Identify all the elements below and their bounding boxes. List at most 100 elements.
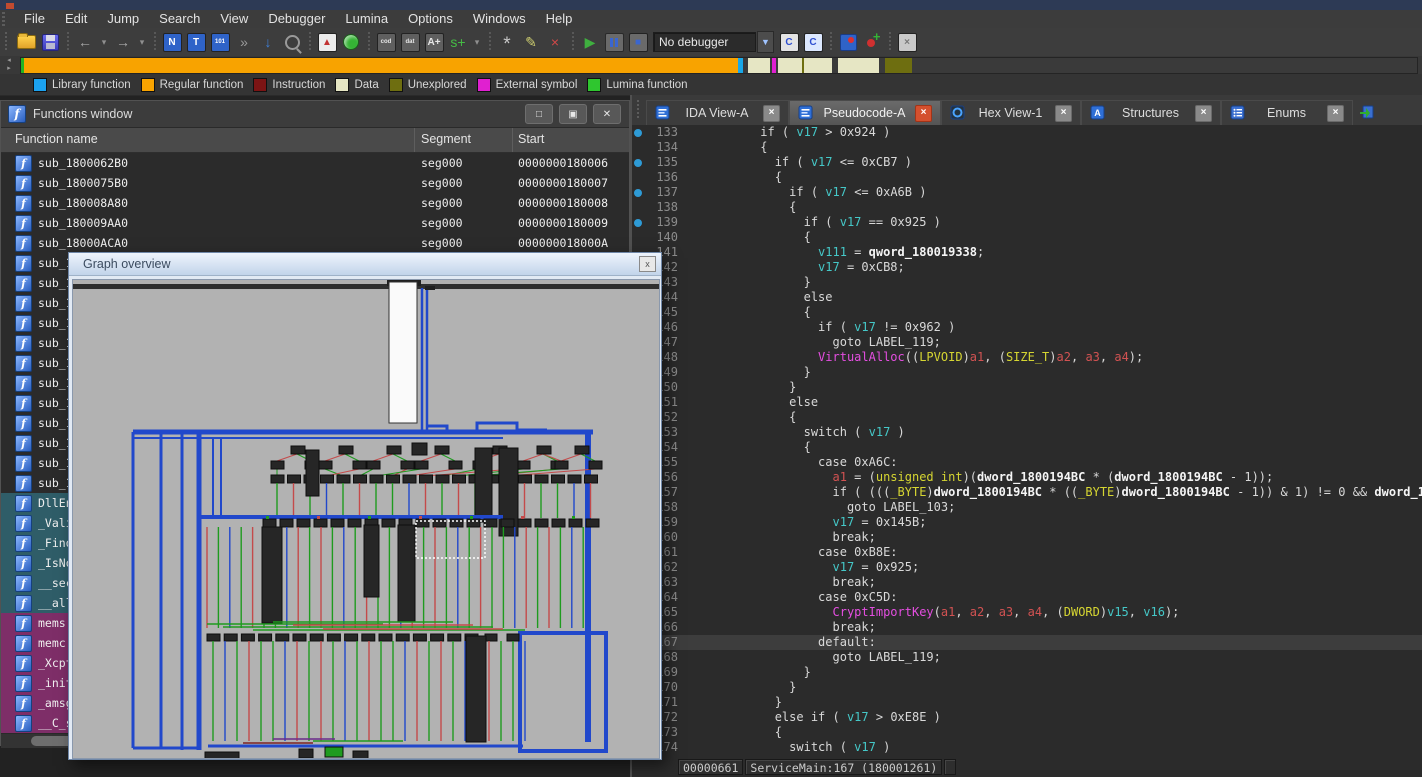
tab-close-icon[interactable]: × xyxy=(1055,105,1072,122)
code-line[interactable]: 159 v17 = 0x145B; xyxy=(632,515,1422,530)
create-struct-icon[interactable]: s+ xyxy=(447,31,469,53)
menu-item-edit[interactable]: Edit xyxy=(55,10,97,28)
code-line[interactable]: 168 goto LABEL_119; xyxy=(632,650,1422,665)
close-button[interactable]: ✕ xyxy=(593,104,621,124)
function-row[interactable]: fsub_1800062B0seg0000000000180006 xyxy=(1,153,629,173)
graph-overview-titlebar[interactable]: Graph overview x xyxy=(69,253,661,276)
code-line[interactable]: 170 } xyxy=(632,680,1422,695)
imports-icon[interactable] xyxy=(1359,104,1375,125)
menu-item-search[interactable]: Search xyxy=(149,10,210,28)
column-function-name[interactable]: Function name xyxy=(15,132,98,146)
code-line[interactable]: 173 { xyxy=(632,725,1422,740)
nav-forward-icon[interactable]: → xyxy=(112,31,134,53)
code-line[interactable]: 143 } xyxy=(632,275,1422,290)
tabbar-drag-handle[interactable] xyxy=(635,100,643,120)
tab-enums[interactable]: Enums× xyxy=(1221,100,1353,125)
float-button[interactable]: ▣ xyxy=(559,104,587,124)
tab-structures[interactable]: AStructures× xyxy=(1081,100,1221,125)
menu-item-view[interactable]: View xyxy=(210,10,258,28)
graph-overview-canvas[interactable] xyxy=(72,279,660,759)
code-line[interactable]: 156 a1 = (unsigned int)(dword_1800194BC … xyxy=(632,470,1422,485)
code-line[interactable]: 139 if ( v17 == 0x925 ) xyxy=(632,215,1422,230)
code-line[interactable]: 169 } xyxy=(632,665,1422,680)
code-line[interactable]: 152 { xyxy=(632,410,1422,425)
tab-close-icon[interactable]: × xyxy=(915,105,932,122)
code-line[interactable]: 136 { xyxy=(632,170,1422,185)
menu-item-file[interactable]: File xyxy=(14,10,55,28)
code-line[interactable]: 166 break; xyxy=(632,620,1422,635)
create-name-icon[interactable]: A+ xyxy=(423,31,445,53)
toolbar-drag-handle[interactable] xyxy=(3,32,11,52)
debugger-run-icon[interactable]: ▶ xyxy=(579,31,601,53)
code-line[interactable]: 134 { xyxy=(632,140,1422,155)
tab-close-icon[interactable]: × xyxy=(1195,105,1212,122)
menu-item-lumina[interactable]: Lumina xyxy=(335,10,398,28)
code-line[interactable]: 147 goto LABEL_119; xyxy=(632,335,1422,350)
code-line[interactable]: 157 if ( (((_BYTE)dword_1800194BC * ((_B… xyxy=(632,485,1422,500)
code-line[interactable]: 153 switch ( v17 ) xyxy=(632,425,1422,440)
code-line[interactable]: 146 if ( v17 != 0x962 ) xyxy=(632,320,1422,335)
jump-down-icon[interactable]: ↓ xyxy=(257,31,279,53)
code-line[interactable]: 151 else xyxy=(632,395,1422,410)
column-start[interactable]: Start xyxy=(518,132,544,146)
function-row[interactable]: fsub_18000ACA0seg000000000018000A xyxy=(1,233,629,253)
ida-view-icon[interactable]: ▲ xyxy=(316,31,338,53)
nav-back-icon[interactable]: ← xyxy=(74,31,96,53)
debugger-selector[interactable]: No debugger▼ xyxy=(653,31,774,53)
menu-item-options[interactable]: Options xyxy=(398,10,463,28)
nav-forward-menu-icon[interactable]: ▾ xyxy=(136,31,148,53)
code-line[interactable]: 174 switch ( v17 ) xyxy=(632,740,1422,755)
code-line[interactable]: 165 CryptImportKey(a1, a2, a3, a4, (DWOR… xyxy=(632,605,1422,620)
column-segment[interactable]: Segment xyxy=(421,132,471,146)
functions-window-titlebar[interactable]: f Functions window □▣✕ xyxy=(1,101,629,128)
code-line[interactable]: 167 default: xyxy=(632,635,1422,650)
code-line[interactable]: 148 VirtualAlloc((LPVOID)a1, (SIZE_T)a2,… xyxy=(632,350,1422,365)
function-row[interactable]: fsub_180008A80seg0000000000180008 xyxy=(1,193,629,213)
pseudocode-view[interactable]: 133 if ( v17 > 0x924 )134 {135 if ( v17 … xyxy=(632,125,1422,757)
function-row[interactable]: fsub_1800075B0seg0000000000180007 xyxy=(1,173,629,193)
code-line[interactable]: 135 if ( v17 <= 0xCB7 ) xyxy=(632,155,1422,170)
maximize-button[interactable]: □ xyxy=(525,104,553,124)
code-line[interactable]: 150 } xyxy=(632,380,1422,395)
jump-by-name-icon[interactable]: N xyxy=(161,31,183,53)
tab-pseudocode-a[interactable]: Pseudocode-A× xyxy=(789,100,941,125)
tab-hex-view-1[interactable]: Hex View-1× xyxy=(941,100,1081,125)
create-code-icon[interactable]: cod xyxy=(375,31,397,53)
code-line[interactable]: 144 else xyxy=(632,290,1422,305)
navband-scroll-arrows[interactable]: ◂▸ xyxy=(3,57,15,73)
lumina-status-icon[interactable] xyxy=(340,31,362,53)
add-breakpoint-icon[interactable] xyxy=(861,31,883,53)
code-line[interactable]: 140 { xyxy=(632,230,1422,245)
code-line[interactable]: 164 case 0xC5D: xyxy=(632,590,1422,605)
search-icon[interactable] xyxy=(281,31,303,53)
debugger-pause-icon[interactable] xyxy=(603,31,625,53)
jump-by-text-icon[interactable]: T xyxy=(185,31,207,53)
debugger-stop-icon[interactable]: ■ xyxy=(627,31,649,53)
chevron-down-icon[interactable]: ▼ xyxy=(757,31,774,53)
code-line[interactable]: 161 case 0xB8E: xyxy=(632,545,1422,560)
create-menu-icon[interactable]: ▾ xyxy=(471,31,483,53)
code-line[interactable]: 172 else if ( v17 > 0xE8E ) xyxy=(632,710,1422,725)
code-line[interactable]: 149 } xyxy=(632,365,1422,380)
delete-function-icon[interactable]: × xyxy=(544,31,566,53)
menu-item-jump[interactable]: Jump xyxy=(97,10,149,28)
nav-back-menu-icon[interactable]: ▾ xyxy=(98,31,110,53)
code-line[interactable]: 163 break; xyxy=(632,575,1422,590)
menu-item-help[interactable]: Help xyxy=(536,10,583,28)
code-line[interactable]: 141 v111 = qword_180019338; xyxy=(632,245,1422,260)
code-line[interactable]: 142 v17 = 0xCB8; xyxy=(632,260,1422,275)
edit-function-icon[interactable]: ✎ xyxy=(520,31,542,53)
save-file-icon[interactable] xyxy=(39,31,61,53)
jump-by-address-icon[interactable]: 101 xyxy=(209,31,231,53)
tab-close-icon[interactable]: × xyxy=(1327,105,1344,122)
delete-watch-icon[interactable]: × xyxy=(896,31,918,53)
make-function-icon[interactable]: * xyxy=(496,28,518,56)
tab-ida-view-a[interactable]: IDA View-A× xyxy=(646,100,789,125)
code-line[interactable]: 162 v17 = 0x925; xyxy=(632,560,1422,575)
menu-item-debugger[interactable]: Debugger xyxy=(258,10,335,28)
menubar-drag-handle[interactable] xyxy=(2,12,14,26)
code-line[interactable]: 155 case 0xA6C: xyxy=(632,455,1422,470)
close-icon[interactable]: x xyxy=(639,256,656,272)
navigation-band[interactable] xyxy=(20,57,1418,74)
code-line[interactable]: 158 goto LABEL_103; xyxy=(632,500,1422,515)
